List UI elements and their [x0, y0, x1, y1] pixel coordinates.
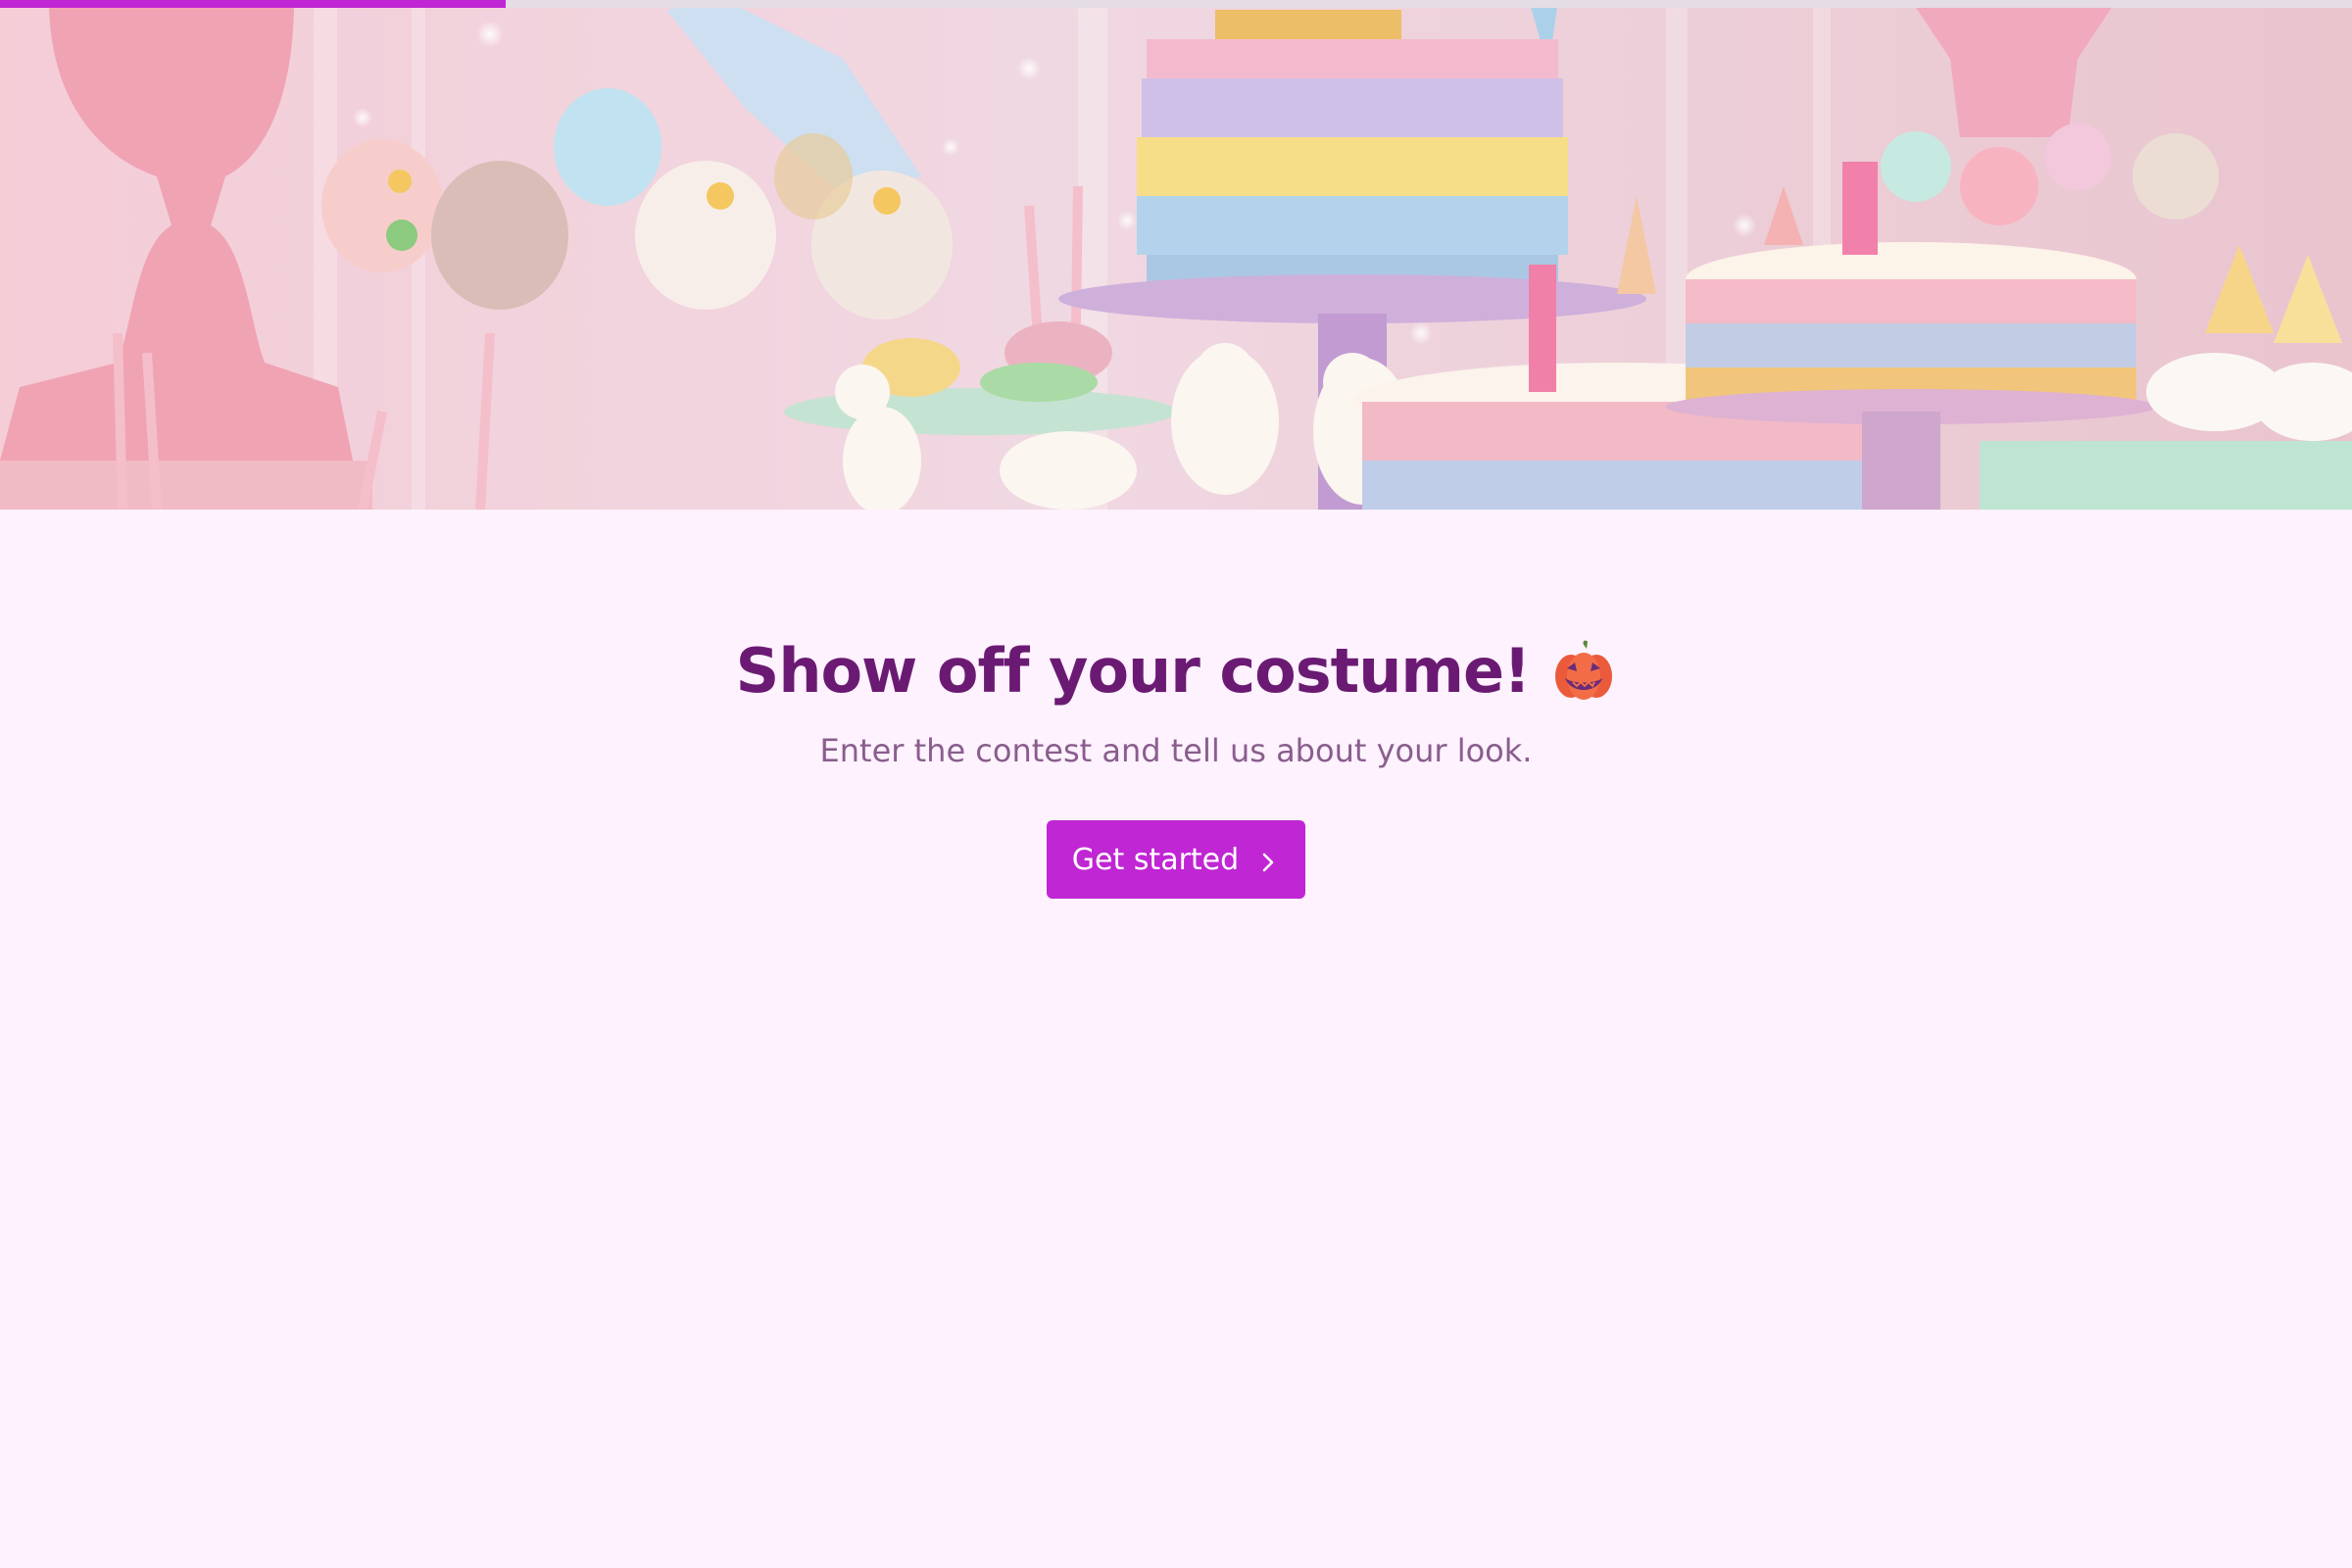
get-started-button[interactable]: Get started: [1047, 820, 1305, 899]
page: Show off your costume! Enter the contest…: [0, 0, 2352, 1568]
welcome-section: Show off your costume! Enter the contest…: [0, 510, 2352, 899]
get-started-label: Get started: [1071, 842, 1240, 877]
hero-image: [0, 0, 2352, 510]
progress-bar-fill: [0, 0, 506, 8]
progress-bar: [0, 0, 2352, 8]
page-subtitle: Enter the contest and tell us about your…: [819, 732, 1533, 769]
title-row: Show off your costume!: [0, 635, 2352, 707]
chevron-right-icon: [1256, 848, 1280, 872]
page-title: Show off your costume!: [735, 635, 1532, 707]
jack-o-lantern-icon: [1551, 639, 1616, 704]
